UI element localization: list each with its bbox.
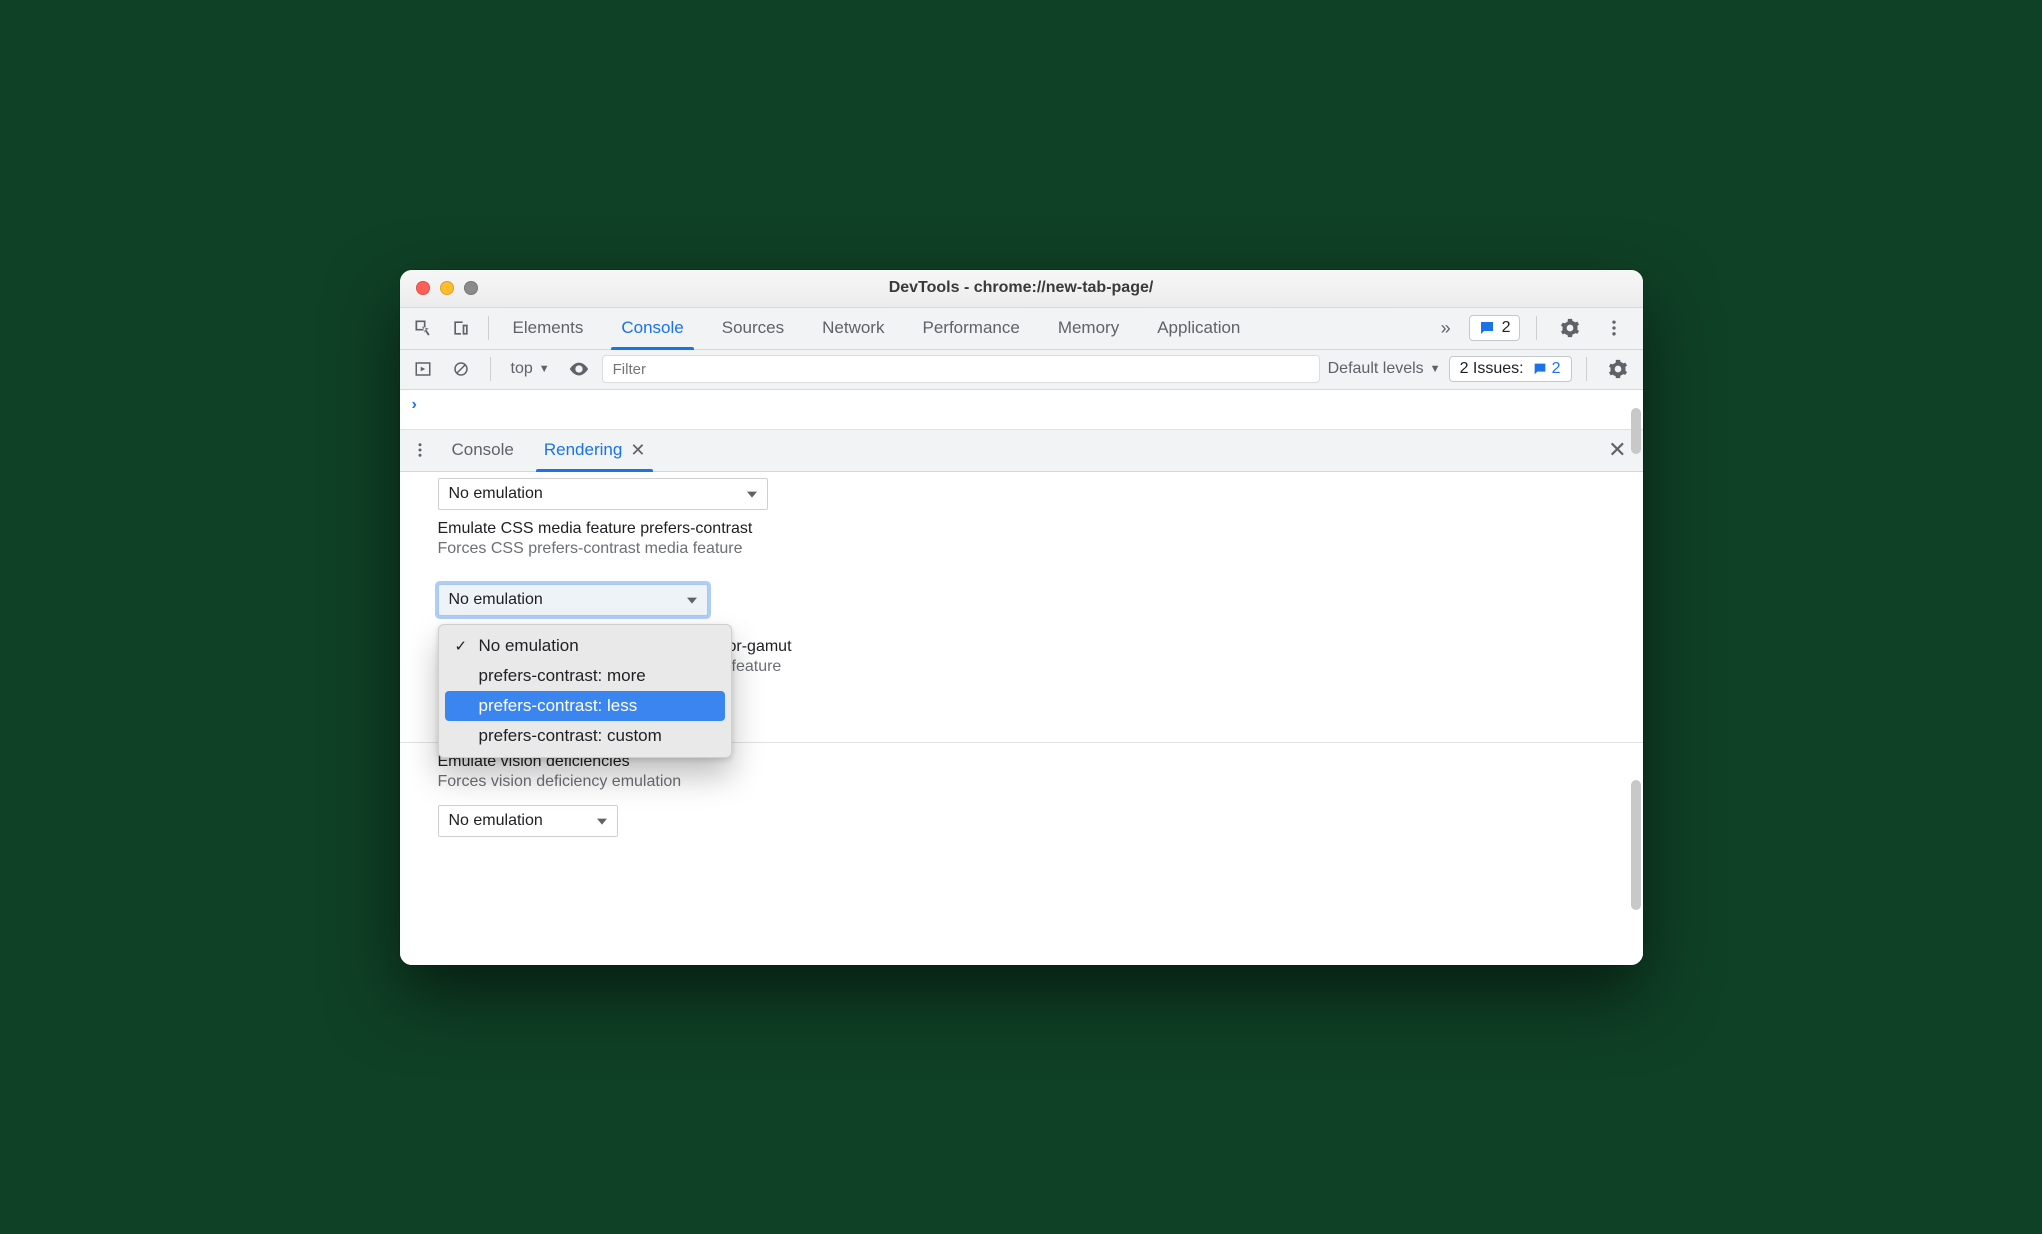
drawer-tab-rendering-label: Rendering [544, 440, 622, 460]
devtools-window: DevTools - chrome://new-tab-page/ Elemen… [400, 270, 1643, 965]
main-toolbar: Elements Console Sources Network Perform… [400, 308, 1643, 350]
separator [488, 316, 489, 340]
prefers-contrast-dropdown: ✓ No emulation prefers-contrast: more pr… [438, 624, 732, 758]
more-menu-icon[interactable] [1597, 312, 1631, 344]
option-label: No emulation [479, 636, 579, 655]
vision-deficiency-select[interactable]: No emulation [438, 805, 618, 837]
select-value: No emulation [449, 591, 543, 609]
close-tab-icon[interactable]: ✕ [630, 440, 645, 461]
message-icon [1478, 319, 1496, 337]
section-title: Emulate CSS media feature prefers-contra… [438, 520, 1605, 538]
scrollbar-thumb[interactable] [1631, 780, 1641, 910]
option-label: prefers-contrast: less [479, 696, 638, 715]
prefers-reduced-motion-select[interactable]: No emulation [438, 478, 768, 510]
clear-console-icon[interactable] [446, 355, 476, 383]
console-settings-gear-icon[interactable] [1601, 353, 1635, 385]
dropdown-option-less[interactable]: prefers-contrast: less [445, 691, 725, 721]
more-tabs-icon[interactable]: » [1433, 318, 1459, 339]
drawer-tab-rendering[interactable]: Rendering ✕ [532, 430, 658, 471]
message-icon [1532, 361, 1548, 377]
tab-network[interactable]: Network [808, 308, 898, 349]
issues-pill[interactable]: 2 Issues: 2 [1449, 356, 1572, 382]
messages-badge[interactable]: 2 [1469, 315, 1520, 341]
log-levels-selector[interactable]: Default levels ▼ [1328, 360, 1441, 378]
titlebar: DevTools - chrome://new-tab-page/ [400, 270, 1643, 308]
tab-elements[interactable]: Elements [499, 308, 598, 349]
dropdown-option-no-emulation[interactable]: ✓ No emulation [445, 631, 725, 661]
select-value: No emulation [449, 812, 543, 830]
dropdown-triangle-icon: ▼ [539, 363, 550, 375]
prefers-contrast-section: Emulate CSS media feature prefers-contra… [400, 510, 1643, 572]
console-body[interactable]: › [400, 390, 1643, 430]
messages-count: 2 [1502, 319, 1511, 337]
console-filterbar: top ▼ Default levels ▼ 2 Issues: 2 [400, 350, 1643, 390]
option-label: prefers-contrast: custom [479, 726, 662, 745]
section-subtitle: Forces vision deficiency emulation [438, 773, 1605, 791]
prefers-contrast-select-wrap: No emulation ✓ No emulation prefers-cont… [438, 584, 1643, 616]
issues-text: 2 Issues: [1460, 360, 1524, 378]
check-icon: ✓ [455, 637, 468, 655]
window-zoom-button[interactable] [464, 281, 478, 295]
tab-application[interactable]: Application [1143, 308, 1254, 349]
rendering-panel: No emulation Emulate CSS media feature p… [400, 472, 1643, 965]
inspect-element-icon[interactable] [406, 312, 440, 344]
tab-memory[interactable]: Memory [1044, 308, 1133, 349]
drawer-tab-console[interactable]: Console [440, 430, 526, 471]
tab-sources[interactable]: Sources [708, 308, 798, 349]
main-tabs: Elements Console Sources Network Perform… [499, 308, 1255, 349]
drawer-more-icon[interactable] [406, 441, 434, 459]
select-value: No emulation [449, 485, 543, 503]
window-title: DevTools - chrome://new-tab-page/ [400, 279, 1643, 297]
window-close-button[interactable] [416, 281, 430, 295]
separator [1536, 316, 1537, 340]
drawer-header: Console Rendering ✕ ✕ [400, 430, 1643, 472]
drawer-tab-console-label: Console [452, 440, 514, 460]
dropdown-triangle-icon: ▼ [1430, 363, 1441, 375]
window-minimize-button[interactable] [440, 281, 454, 295]
console-sidebar-toggle-icon[interactable] [408, 355, 438, 383]
traffic-lights [400, 281, 478, 295]
levels-label: Default levels [1328, 360, 1424, 378]
dropdown-option-more[interactable]: prefers-contrast: more [445, 661, 725, 691]
scrollbar-thumb[interactable] [1631, 408, 1641, 454]
dropdown-option-custom[interactable]: prefers-contrast: custom [445, 721, 725, 751]
filter-input[interactable] [602, 355, 1320, 383]
live-expression-icon[interactable] [564, 355, 594, 383]
separator [490, 357, 491, 381]
issues-count: 2 [1552, 360, 1561, 378]
prefers-contrast-select[interactable]: No emulation [438, 584, 708, 616]
tab-console[interactable]: Console [607, 308, 697, 349]
settings-gear-icon[interactable] [1553, 312, 1587, 344]
context-label: top [511, 360, 533, 378]
context-selector[interactable]: top ▼ [505, 360, 556, 378]
device-toolbar-icon[interactable] [444, 312, 478, 344]
option-label: prefers-contrast: more [479, 666, 646, 685]
console-prompt-icon: › [412, 396, 417, 414]
tab-performance[interactable]: Performance [908, 308, 1033, 349]
separator [1586, 357, 1587, 381]
toolbar-right: » 2 [1433, 312, 1637, 344]
section-subtitle: Forces CSS prefers-contrast media featur… [438, 540, 1605, 558]
